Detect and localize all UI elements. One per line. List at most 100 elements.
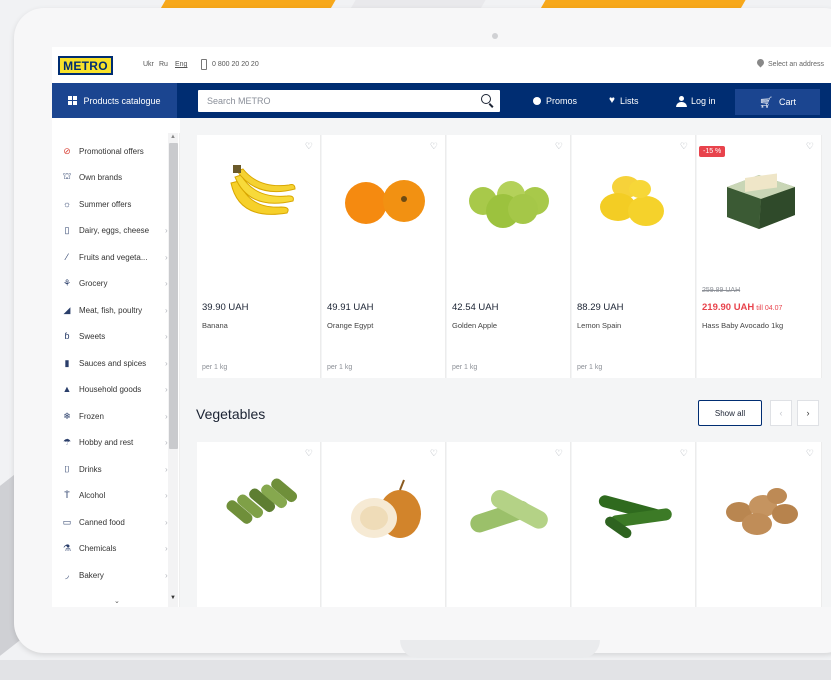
search-input[interactable]	[198, 90, 458, 112]
product-card-onion[interactable]: ♡	[322, 442, 446, 607]
select-address-link[interactable]: Select an address	[768, 61, 824, 68]
promo-end-date: till 04.07	[756, 305, 783, 312]
carousel-next-button[interactable]: ›	[797, 400, 819, 426]
scroll-down-icon[interactable]: ▼	[170, 595, 176, 601]
product-unit: per 1 kg	[202, 364, 228, 371]
promos-link[interactable]: Promos	[533, 83, 577, 118]
favorite-heart-icon[interactable]: ♡	[680, 141, 688, 152]
lang-eng[interactable]: Eng	[175, 61, 187, 68]
lang-ru[interactable]: Ru	[159, 61, 168, 68]
milk-icon: ▯	[64, 224, 70, 235]
catalogue-label: Products catalogue	[83, 95, 161, 106]
potato-image	[726, 488, 798, 535]
lists-link[interactable]: ♥ Lists	[609, 83, 638, 118]
location-pin-icon	[755, 57, 766, 68]
sidebar-item-canned[interactable]: ▭ Canned food ›	[62, 514, 168, 530]
chevron-right-icon: ›	[165, 358, 168, 368]
favorite-heart-icon[interactable]: ♡	[430, 448, 438, 459]
spray-icon: ⚗︎	[62, 542, 72, 553]
sidebar-item-fruits[interactable]: ⁄ Fruits and vegeta... ›	[62, 249, 167, 265]
show-all-button[interactable]: Show all	[698, 400, 762, 426]
product-card-lemon[interactable]: ♡ 88.29 UAH Lemon Spain per 1 kg	[572, 135, 696, 378]
product-name[interactable]: Lemon Spain	[577, 321, 621, 330]
sidebar-item-label: Sauces and spices	[79, 358, 147, 368]
can-icon: ▭	[62, 516, 72, 527]
main-navbar: Products catalogue Promos ♥ Lists Log in…	[52, 83, 831, 118]
metro-logo[interactable]: METRO	[58, 56, 113, 75]
cart-button[interactable]: 🛒︎ Cart	[735, 89, 820, 115]
sidebar-item-sweets[interactable]: ɓ Sweets ›	[62, 328, 167, 344]
chevron-down-icon[interactable]: ⌄	[114, 597, 120, 605]
category-sidebar: ▲ ▼ ⊘ Promotional offers ⛫ Own brands ☼ …	[52, 133, 180, 607]
grain-icon: ⚘	[62, 277, 72, 288]
product-name[interactable]: Golden Apple	[452, 321, 497, 330]
carousel-prev-button[interactable]: ‹	[770, 400, 792, 426]
sidebar-item-household[interactable]: ▲ Household goods ›	[62, 381, 168, 397]
old-price: 259.89 UAH	[702, 287, 741, 294]
sidebar-scroll-thumb[interactable]	[169, 143, 178, 449]
favorite-heart-icon[interactable]: ♡	[680, 448, 688, 459]
product-card-apple[interactable]: ♡ 42.54 UAH Golden Apple per 1 kg	[447, 135, 571, 378]
phone-number[interactable]: 0 800 20 20 20	[212, 61, 259, 68]
product-card-orange[interactable]: ♡ 49.91 UAH Orange Egypt per 1 kg	[322, 135, 446, 378]
favorite-heart-icon[interactable]: ♡	[305, 141, 313, 152]
sidebar-item-label: Chemicals	[79, 543, 117, 553]
product-card-zucchini[interactable]: ♡	[447, 442, 571, 607]
sidebar-item-hobby[interactable]: ☂︎ Hobby and rest ›	[62, 434, 168, 450]
chevron-right-icon: ›	[165, 517, 168, 527]
sidebar-item-label: Promotional offers	[79, 146, 144, 156]
chevron-right-icon: ›	[165, 225, 168, 235]
carrot-icon: ⁄	[66, 252, 68, 262]
sidebar-item-summer-offers[interactable]: ☼ Summer offers	[62, 196, 162, 212]
product-card-banana[interactable]: ♡ 39.90 UAH Banana per 1 kg	[197, 135, 321, 378]
candy-icon: ɓ	[64, 331, 70, 341]
login-link[interactable]: Log in	[676, 83, 716, 118]
sidebar-item-label: Drinks	[79, 464, 102, 474]
products-catalogue-button[interactable]: Products catalogue	[52, 83, 177, 118]
sidebar-item-label: Fruits and vegeta...	[79, 252, 148, 262]
product-card-potato[interactable]: ♡	[697, 442, 822, 607]
sidebar-item-sauces[interactable]: ▮ Sauces and spices ›	[62, 355, 168, 371]
search-icon[interactable]	[481, 94, 491, 104]
lang-ukr[interactable]: Ukr	[143, 61, 154, 68]
chevron-right-icon: ›	[165, 411, 168, 421]
product-name[interactable]: Banana	[202, 321, 228, 330]
promo-icon: ⊘	[63, 145, 71, 156]
sidebar-item-label: Hobby and rest	[79, 437, 134, 447]
search-box	[198, 90, 500, 112]
sidebar-item-bakery[interactable]: ◞ Bakery ›	[62, 567, 167, 583]
chevron-right-icon: ›	[165, 278, 168, 288]
product-name[interactable]: Orange Egypt	[327, 321, 373, 330]
favorite-heart-icon[interactable]: ♡	[555, 448, 563, 459]
chevron-right-icon: ›	[165, 543, 168, 553]
sidebar-item-promotional-offers[interactable]: ⊘ Promotional offers	[62, 143, 162, 159]
product-name[interactable]: Hass Baby Avocado 1kg	[702, 321, 783, 330]
promos-label: Promos	[546, 95, 578, 106]
sidebar-item-meat[interactable]: ◢ Meat, fish, poultry ›	[62, 302, 168, 318]
user-icon	[676, 95, 687, 107]
sidebar-item-chemicals[interactable]: ⚗︎ Chemicals ›	[62, 540, 168, 556]
sidebar-item-grocery[interactable]: ⚘ Grocery ›	[62, 275, 168, 291]
cart-icon: 🛒︎	[759, 96, 773, 109]
house-icon: ▲	[62, 384, 72, 394]
product-card-gherkin[interactable]: ♡	[197, 442, 321, 607]
scroll-up-icon[interactable]: ▲	[170, 134, 176, 140]
favorite-heart-icon[interactable]: ♡	[305, 448, 313, 459]
favorite-heart-icon[interactable]: ♡	[806, 448, 814, 459]
cart-label: Cart	[778, 97, 796, 107]
product-card-avocado[interactable]: -15 % ♡ 259.89 UAH 219.90 UAH till 04.07 …	[697, 135, 822, 378]
main-content: ♡ 39.90 UAH Banana per 1 kg ♡ 49.91 UAH …	[180, 118, 831, 607]
sidebar-item-alcohol[interactable]: Ṫ Alcohol ›	[62, 487, 167, 503]
sidebar-item-own-brands[interactable]: ⛫ Own brands	[62, 169, 162, 185]
sidebar-item-drinks[interactable]: ⌷ Drinks ›	[62, 461, 167, 477]
favorite-heart-icon[interactable]: ♡	[430, 141, 438, 152]
umbrella-icon: ☂︎	[62, 436, 72, 447]
top-strip: METRO Ukr Ru Eng 0 800 20 20 20 Select a…	[52, 47, 831, 83]
favorite-heart-icon[interactable]: ♡	[555, 141, 563, 152]
product-card-cucumber[interactable]: ♡	[572, 442, 696, 607]
sidebar-item-dairy[interactable]: ▯ Dairy, eggs, cheese ›	[62, 222, 168, 238]
favorite-heart-icon[interactable]: ♡	[806, 141, 814, 152]
device-notch	[400, 640, 600, 658]
sidebar-item-frozen[interactable]: ❄︎ Frozen ›	[62, 408, 167, 424]
product-price: 39.90 UAH	[202, 302, 249, 313]
